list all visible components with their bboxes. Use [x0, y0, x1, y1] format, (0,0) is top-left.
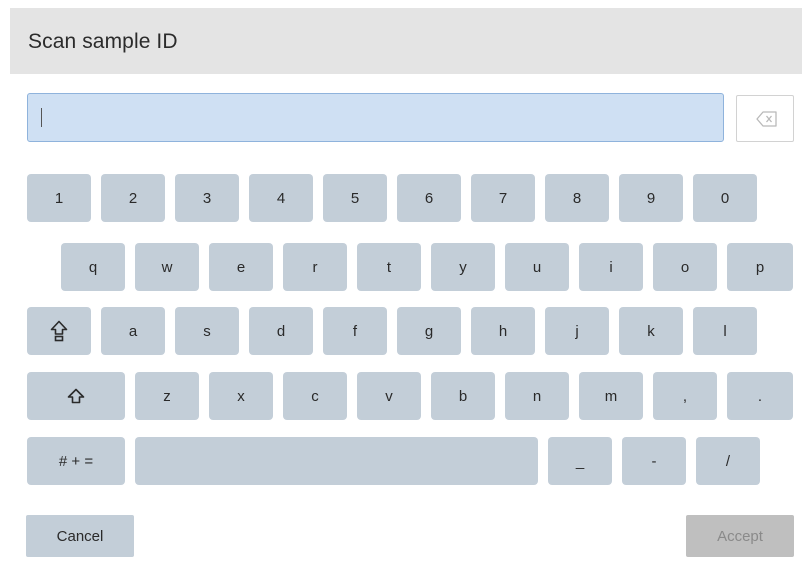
- key-label: 5: [350, 189, 360, 207]
- key-slash[interactable]: /: [696, 437, 760, 485]
- key-label: 6: [424, 189, 434, 207]
- key-label: r: [312, 258, 318, 276]
- key-l[interactable]: l: [693, 307, 757, 355]
- key-label: g: [424, 322, 434, 340]
- dialog-title: Scan sample ID: [28, 30, 178, 53]
- key-label: c: [311, 387, 319, 405]
- key-comma[interactable]: ,: [653, 372, 717, 420]
- symbols-key[interactable]: # + =: [27, 437, 125, 485]
- key-label: 1: [54, 189, 64, 207]
- key-d[interactable]: d: [249, 307, 313, 355]
- key-f[interactable]: f: [323, 307, 387, 355]
- key-a[interactable]: a: [101, 307, 165, 355]
- key-v[interactable]: v: [357, 372, 421, 420]
- key-label: _: [575, 452, 585, 470]
- key-3[interactable]: 3: [175, 174, 239, 222]
- key-o[interactable]: o: [653, 243, 717, 291]
- key-label: l: [723, 322, 727, 340]
- key-j[interactable]: j: [545, 307, 609, 355]
- key-label: q: [88, 258, 98, 276]
- key-s[interactable]: s: [175, 307, 239, 355]
- text-caret: [41, 108, 42, 127]
- key-x[interactable]: x: [209, 372, 273, 420]
- key-m[interactable]: m: [579, 372, 643, 420]
- key-label: y: [459, 258, 467, 276]
- key-w[interactable]: w: [135, 243, 199, 291]
- key-q[interactable]: q: [61, 243, 125, 291]
- shift-icon: [67, 388, 85, 404]
- key-label: p: [755, 258, 765, 276]
- key-label: i: [609, 258, 613, 276]
- key-i[interactable]: i: [579, 243, 643, 291]
- key-k[interactable]: k: [619, 307, 683, 355]
- key-label: a: [128, 322, 138, 340]
- key-7[interactable]: 7: [471, 174, 535, 222]
- backspace-icon: [756, 111, 777, 127]
- key-label: -: [651, 452, 657, 470]
- key-label: d: [276, 322, 286, 340]
- key-label: 7: [498, 189, 508, 207]
- key-5[interactable]: 5: [323, 174, 387, 222]
- key-label: u: [532, 258, 542, 276]
- key-e[interactable]: e: [209, 243, 273, 291]
- key-label: h: [498, 322, 508, 340]
- dialog-title-bar: Scan sample ID: [10, 8, 802, 74]
- key-label: k: [647, 322, 655, 340]
- key-underscore[interactable]: _: [548, 437, 612, 485]
- key-n[interactable]: n: [505, 372, 569, 420]
- caps-lock-key[interactable]: [27, 307, 91, 355]
- key-label: f: [352, 322, 358, 340]
- key-p[interactable]: p: [727, 243, 793, 291]
- key-label: o: [680, 258, 690, 276]
- shift-key[interactable]: [27, 372, 125, 420]
- key-8[interactable]: 8: [545, 174, 609, 222]
- key-r[interactable]: r: [283, 243, 347, 291]
- key-label: 8: [572, 189, 582, 207]
- key-label: z: [163, 387, 171, 405]
- key-h[interactable]: h: [471, 307, 535, 355]
- key-label: 3: [202, 189, 212, 207]
- key-label: /: [725, 452, 731, 470]
- key-label: b: [458, 387, 468, 405]
- key-u[interactable]: u: [505, 243, 569, 291]
- key-label: e: [236, 258, 246, 276]
- key-label: 2: [128, 189, 138, 207]
- key-label: ,: [682, 387, 688, 405]
- key-label: x: [237, 387, 245, 405]
- key-y[interactable]: y: [431, 243, 495, 291]
- space-key[interactable]: [135, 437, 538, 485]
- key-1[interactable]: 1: [27, 174, 91, 222]
- key-g[interactable]: g: [397, 307, 461, 355]
- key-0[interactable]: 0: [693, 174, 757, 222]
- caps-lock-icon: [50, 320, 68, 342]
- backspace-button[interactable]: [736, 95, 794, 142]
- key-label: n: [532, 387, 542, 405]
- key-t[interactable]: t: [357, 243, 421, 291]
- key-label: .: [757, 387, 763, 405]
- key-6[interactable]: 6: [397, 174, 461, 222]
- accept-button[interactable]: Accept: [686, 515, 794, 557]
- key-9[interactable]: 9: [619, 174, 683, 222]
- key-label: v: [385, 387, 393, 405]
- key-label: s: [203, 322, 211, 340]
- cancel-label: Cancel: [56, 527, 104, 545]
- cancel-button[interactable]: Cancel: [26, 515, 134, 557]
- key-label: j: [575, 322, 579, 340]
- sample-id-input[interactable]: [27, 93, 724, 142]
- key-label: 9: [646, 189, 656, 207]
- key-label: m: [604, 387, 618, 405]
- key-label: # + =: [58, 452, 94, 470]
- key-label: 4: [276, 189, 286, 207]
- key-2[interactable]: 2: [101, 174, 165, 222]
- key-b[interactable]: b: [431, 372, 495, 420]
- key-period[interactable]: .: [727, 372, 793, 420]
- key-label: 0: [720, 189, 730, 207]
- key-label: w: [161, 258, 173, 276]
- key-label: t: [386, 258, 392, 276]
- key-4[interactable]: 4: [249, 174, 313, 222]
- key-hyphen[interactable]: -: [622, 437, 686, 485]
- key-z[interactable]: z: [135, 372, 199, 420]
- accept-label: Accept: [717, 527, 763, 545]
- key-c[interactable]: c: [283, 372, 347, 420]
